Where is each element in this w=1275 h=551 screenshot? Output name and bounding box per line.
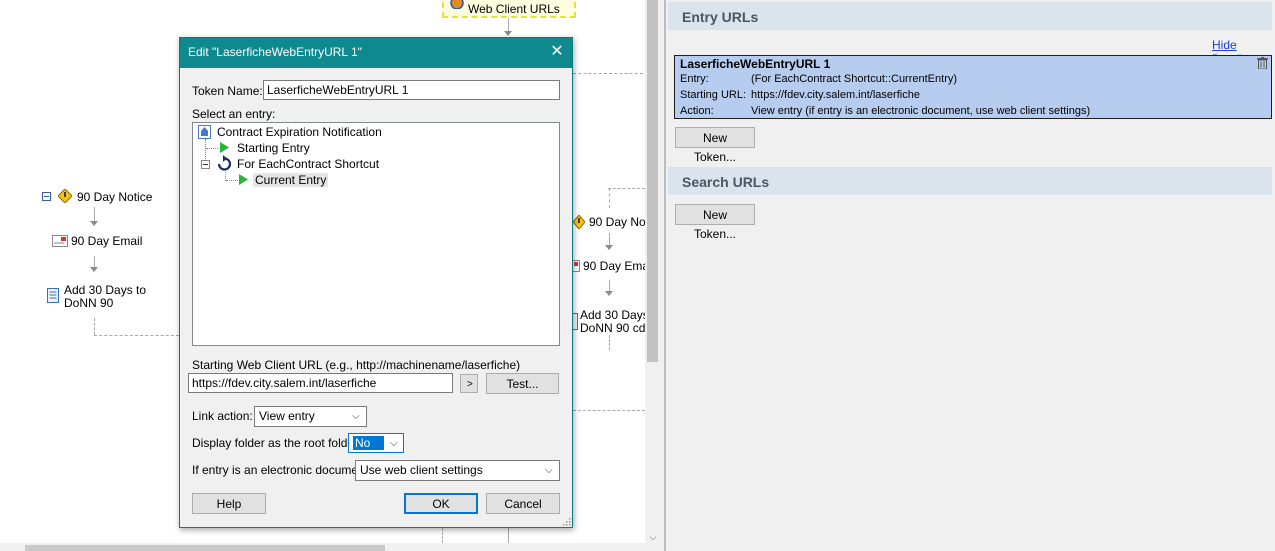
add-30-days-2-line2[interactable]: DoNN 90 cd (580, 321, 645, 335)
email-90-day-email[interactable]: 90 Day Email (71, 234, 142, 248)
arrow-down-icon (605, 291, 613, 296)
branch-line (573, 410, 645, 411)
tree-line (206, 148, 218, 149)
token-name-label: Token Name: (192, 84, 263, 98)
arrow-down-icon (90, 267, 98, 272)
arrow-down-icon (504, 31, 512, 36)
electronic-doc-select[interactable]: Use web client settings (355, 460, 560, 481)
connector (508, 528, 509, 543)
workflow-icon (198, 125, 211, 139)
email-icon (572, 260, 580, 272)
url-insert-button[interactable]: > (460, 374, 478, 393)
email-icon (52, 235, 68, 247)
token-entry-label: Entry: (680, 73, 709, 85)
token-name-input[interactable]: LaserficheWebEntryURL 1 (263, 80, 560, 100)
web-client-urls-node[interactable]: Web Client URLs (442, 0, 576, 18)
assign-field-icon (47, 288, 59, 303)
token-action-label: Action: (680, 105, 714, 117)
link-action-value: View entry (259, 409, 315, 423)
search-urls-header: Search URLs (668, 167, 1272, 195)
help-button[interactable]: Help (192, 493, 266, 514)
scroll-down-icon[interactable]: ⌵ (648, 532, 658, 542)
select-entry-label: Select an entry: (192, 107, 276, 121)
vertical-scrollbar-thumb[interactable] (647, 0, 658, 362)
tree-item-foreach[interactable]: For EachContract Shortcut (237, 157, 379, 171)
electronic-doc-value: Use web client settings (360, 463, 483, 477)
branch-line (94, 335, 179, 336)
resize-grip-icon[interactable] (562, 517, 571, 526)
branch-line (573, 73, 643, 74)
root-folder-value: No (353, 436, 385, 450)
tree-item-current-entry[interactable]: Current Entry (253, 173, 329, 187)
ok-button[interactable]: OK (404, 493, 478, 514)
arrow-down-icon (90, 221, 98, 226)
collapse-icon[interactable] (42, 192, 51, 201)
web-client-icon (450, 0, 464, 9)
starting-url-label: Starting Web Client URL (e.g., http://ma… (192, 358, 521, 372)
close-icon[interactable]: ✕ (548, 42, 566, 62)
token-starting-url-label: Starting URL: (680, 89, 747, 101)
add-30-days-2-line1[interactable]: Add 30 Days (580, 308, 645, 322)
tree-item-root[interactable]: Contract Expiration Notification (217, 125, 382, 139)
chevron-down-icon: ⌵ (545, 465, 553, 476)
branch-line (609, 188, 610, 208)
branch-line (442, 528, 443, 543)
starting-url-input[interactable]: https://fdev.city.salem.int/laserfiche (188, 373, 453, 393)
cancel-button[interactable]: Cancel (486, 493, 560, 514)
entry-tree[interactable] (192, 122, 560, 346)
tree-collapse-icon[interactable] (201, 160, 210, 169)
connector (508, 18, 509, 32)
email-90-day-email-2[interactable]: 90 Day Emai (583, 259, 645, 273)
branch-line (608, 188, 645, 189)
dialog-title: Edit "LaserficheWebEntryURL 1" (188, 45, 362, 59)
token-entry-value: (For EachContract Shortcut::CurrentEntry… (751, 73, 958, 85)
branch-line (94, 318, 95, 335)
loop-icon (217, 155, 232, 171)
root-folder-label: Display folder as the root folder? (192, 436, 365, 450)
branch-line (609, 335, 610, 350)
panel-divider[interactable] (664, 0, 666, 551)
decision-90-day-notice[interactable]: 90 Day Notice (77, 190, 152, 204)
start-icon (239, 174, 248, 185)
token-starting-url-value: https://fdev.city.salem.int/laserfiche (751, 89, 920, 101)
token-action-value: View entry (if entry is an electronic do… (751, 105, 1091, 117)
delete-icon[interactable] (1257, 57, 1268, 69)
electronic-doc-label: If entry is an electronic document: (192, 463, 372, 477)
link-action-select[interactable]: View entry (254, 406, 367, 427)
decision-icon (573, 215, 585, 229)
decision-icon (58, 189, 72, 203)
new-token-button[interactable]: New Token... (675, 127, 755, 164)
entry-urls-header: Entry URLs (668, 2, 1272, 30)
arrow-down-icon (605, 245, 613, 250)
chevron-down-icon: ⌵ (352, 411, 360, 422)
test-button[interactable]: Test... (486, 373, 559, 394)
decision-90-day-notice-2[interactable]: 90 Day Not (589, 215, 645, 229)
tree-line (226, 180, 238, 181)
chevron-down-icon: ⌵ (390, 438, 398, 449)
horizontal-scrollbar-thumb[interactable] (25, 545, 385, 551)
tree-item-starting-entry[interactable]: Starting Entry (237, 141, 310, 155)
link-action-label: Link action: (192, 409, 253, 423)
add-30-days-line1[interactable]: Add 30 Days to (64, 283, 146, 297)
web-client-urls-label: Web Client URLs (468, 2, 560, 16)
start-icon (220, 142, 229, 153)
token-name: LaserficheWebEntryURL 1 (680, 57, 831, 71)
add-30-days-line2[interactable]: DoNN 90 (64, 296, 113, 310)
assign-field-icon (573, 313, 578, 330)
search-new-token-button[interactable]: New Token... (675, 204, 755, 241)
